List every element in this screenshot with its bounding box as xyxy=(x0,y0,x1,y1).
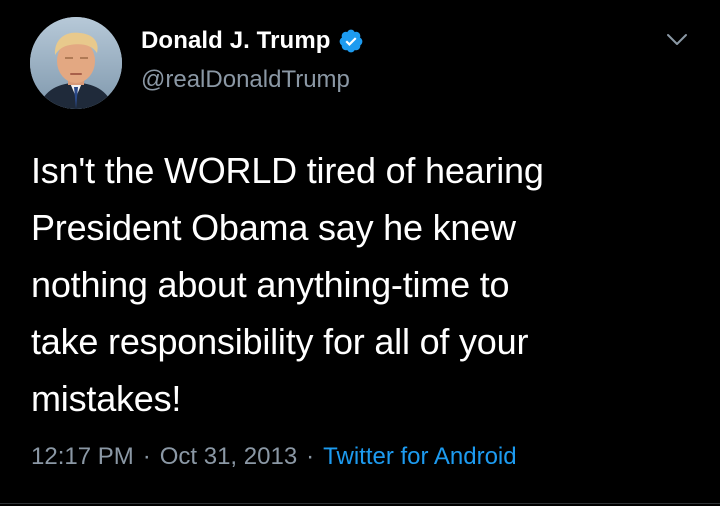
divider xyxy=(0,503,720,504)
meta-separator: · xyxy=(306,443,315,470)
tweet-source-link[interactable]: Twitter for Android xyxy=(323,443,516,471)
author-display-name[interactable]: Donald J. Trump xyxy=(141,27,331,55)
tweet-time[interactable]: 12:17 PM xyxy=(31,443,134,471)
tweet-text: Isn't the WORLD tired of hearing Preside… xyxy=(31,150,544,419)
avatar[interactable] xyxy=(30,17,122,109)
tweet-date[interactable]: Oct 31, 2013 xyxy=(160,443,297,471)
tweet-card: Donald J. Trump @realDonaldTrump Isn't t… xyxy=(0,0,720,506)
chevron-down-icon[interactable] xyxy=(664,30,690,50)
verified-badge-icon xyxy=(338,28,364,54)
meta-separator: · xyxy=(142,443,151,470)
tweet-metadata: 12:17 PM · Oct 31, 2013 · Twitter for An… xyxy=(31,443,517,471)
author-name-row: Donald J. Trump xyxy=(141,27,364,55)
author-handle[interactable]: @realDonaldTrump xyxy=(141,66,350,94)
avatar-image xyxy=(30,17,122,109)
